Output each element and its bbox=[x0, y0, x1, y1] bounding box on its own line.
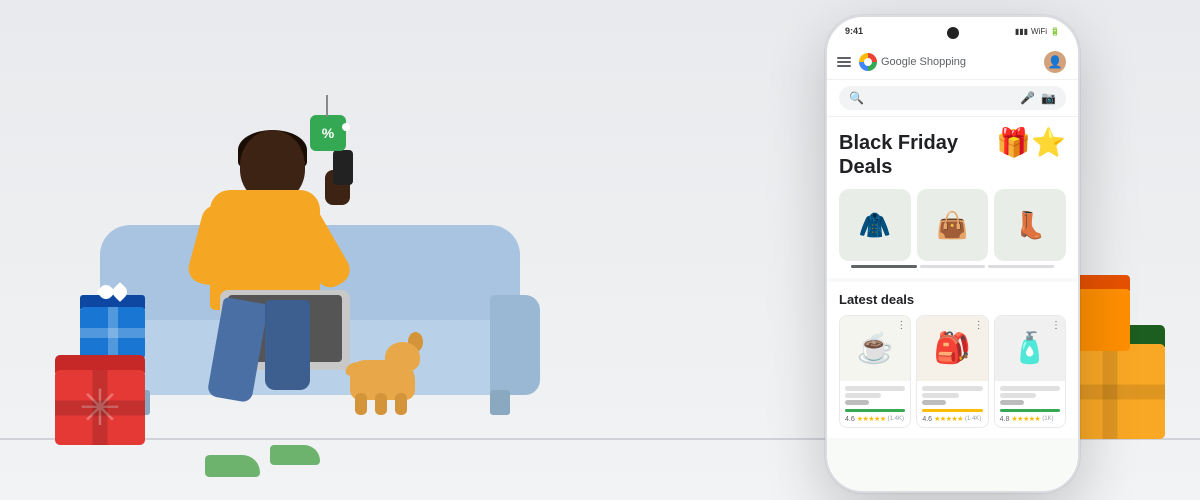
status-time: 9:41 bbox=[845, 26, 863, 36]
background-scene: % 9:41 bbox=[0, 0, 1200, 500]
deal-rating-bar bbox=[1000, 409, 1060, 412]
slide-dot bbox=[920, 265, 986, 268]
slide-indicator bbox=[839, 261, 1066, 268]
deal-options-icon[interactable]: ⋮ bbox=[1051, 320, 1061, 331]
deal-title-line bbox=[1000, 386, 1060, 391]
deal-price-line bbox=[845, 400, 869, 405]
bf-decoration: 🎁⭐ bbox=[996, 126, 1066, 159]
deal-image-2: 🎒 ⋮ bbox=[917, 316, 987, 381]
couch-arm-right bbox=[490, 295, 540, 395]
dog-head bbox=[385, 342, 420, 372]
price-tag-symbol: % bbox=[322, 125, 334, 141]
header-left: Google Shopping bbox=[837, 53, 966, 71]
person-leg-left bbox=[207, 297, 269, 403]
dog-illustration bbox=[340, 340, 430, 400]
deal-text-lines bbox=[845, 386, 905, 405]
deal-image-1: ☕ ⋮ bbox=[840, 316, 910, 381]
person-shoe-left bbox=[205, 455, 260, 477]
deal-subtitle-line bbox=[922, 393, 958, 398]
deals-grid: ☕ ⋮ 4.6 ★★★★★ bbox=[839, 315, 1066, 428]
phone-mockup: 9:41 ▮▮▮ WiFi 🔋 Google Shopping bbox=[825, 15, 1080, 493]
gift-body bbox=[55, 370, 145, 445]
rating-value: 4.6 bbox=[845, 416, 855, 423]
deal-card-3[interactable]: 🧴 ⋮ 4.8 ★★★★★ bbox=[994, 315, 1066, 428]
deal-rating: 4.6 ★★★★★ (1.4K) bbox=[845, 415, 905, 423]
deal-info-2: 4.6 ★★★★★ (1.4K) bbox=[917, 381, 987, 427]
rating-count: (1.4K) bbox=[965, 416, 981, 422]
voice-search-icon[interactable]: 🎤 bbox=[1020, 91, 1035, 105]
bf-product-boots[interactable]: 👢 bbox=[994, 189, 1066, 261]
deal-text-lines bbox=[1000, 386, 1060, 405]
deal-text-lines bbox=[922, 386, 982, 405]
latest-deals-section: Latest deals ☕ ⋮ bbox=[827, 282, 1078, 438]
search-field[interactable]: 🔍 🎤 📷 bbox=[839, 86, 1066, 110]
rating-value: 4.6 bbox=[922, 416, 932, 423]
blue-gift-box bbox=[80, 295, 145, 360]
phone-camera bbox=[947, 27, 959, 39]
bf-header: Black Friday Deals 🎁⭐ bbox=[839, 131, 1066, 179]
rating-stars: ★★★★★ bbox=[1011, 415, 1040, 423]
deal-options-icon[interactable]: ⋮ bbox=[896, 320, 906, 331]
app-header: Google Shopping bbox=[827, 45, 1078, 80]
google-g-icon bbox=[859, 53, 877, 71]
battery-icon: 🔋 bbox=[1050, 27, 1060, 36]
dog-leg bbox=[355, 393, 367, 415]
wifi-icon: WiFi bbox=[1031, 27, 1047, 36]
deal-image-3: 🧴 ⋮ bbox=[995, 316, 1065, 381]
rating-value: 4.8 bbox=[1000, 416, 1010, 423]
deal-info-1: 4.6 ★★★★★ (1.4K) bbox=[840, 381, 910, 427]
bf-product-jacket[interactable]: 🧥 bbox=[839, 189, 911, 261]
rating-stars: ★★★★★ bbox=[857, 415, 886, 423]
deal-title-line bbox=[845, 386, 905, 391]
deal-subtitle-line bbox=[845, 393, 881, 398]
deal-rating-bar bbox=[922, 409, 982, 412]
search-input[interactable] bbox=[870, 93, 1014, 103]
deal-subtitle-line bbox=[1000, 393, 1036, 398]
person-shoe-right bbox=[270, 445, 320, 465]
bf-product-grid: 🧥 👜 👢 bbox=[839, 189, 1066, 261]
deal-info-3: 4.8 ★★★★★ (1K) bbox=[995, 381, 1065, 427]
bow-right bbox=[110, 282, 130, 302]
person-leg-right bbox=[265, 300, 310, 390]
rating-count: (1.4K) bbox=[888, 416, 904, 422]
lens-search-icon[interactable]: 📷 bbox=[1041, 91, 1056, 105]
app-name: Google Shopping bbox=[881, 56, 966, 68]
signal-icon: ▮▮▮ bbox=[1015, 27, 1028, 36]
rating-stars: ★★★★★ bbox=[934, 415, 963, 423]
google-shopping-logo: Google Shopping bbox=[859, 53, 966, 71]
person-phone bbox=[333, 150, 353, 185]
search-icon: 🔍 bbox=[849, 91, 864, 105]
red-gift-box bbox=[55, 355, 145, 445]
avatar[interactable] bbox=[1044, 51, 1066, 73]
starburst-decoration bbox=[55, 370, 145, 445]
gift-body bbox=[80, 307, 145, 359]
deal-price-line bbox=[922, 400, 946, 405]
search-bar-container: 🔍 🎤 📷 bbox=[827, 80, 1078, 117]
deal-card-1[interactable]: ☕ ⋮ 4.6 ★★★★★ bbox=[839, 315, 911, 428]
slide-dot bbox=[988, 265, 1054, 268]
slide-dot-active bbox=[851, 265, 917, 268]
deal-rating: 4.8 ★★★★★ (1K) bbox=[1000, 415, 1060, 423]
dog-leg bbox=[395, 393, 407, 415]
phone-screen: 9:41 ▮▮▮ WiFi 🔋 Google Shopping bbox=[827, 17, 1078, 491]
deal-rating-bar bbox=[845, 409, 905, 412]
dog-leg bbox=[375, 393, 387, 415]
couch-leg bbox=[490, 390, 510, 415]
black-friday-title: Black Friday Deals bbox=[839, 131, 958, 179]
deal-rating: 4.6 ★★★★★ (1.4K) bbox=[922, 415, 982, 423]
deal-card-2[interactable]: 🎒 ⋮ 4.6 ★★★★★ bbox=[916, 315, 988, 428]
bf-product-bag[interactable]: 👜 bbox=[917, 189, 989, 261]
deal-price-line bbox=[1000, 400, 1024, 405]
deal-options-icon[interactable]: ⋮ bbox=[974, 320, 984, 331]
latest-deals-title: Latest deals bbox=[839, 292, 1066, 307]
deal-title-line bbox=[922, 386, 982, 391]
black-friday-section: Black Friday Deals 🎁⭐ 🧥 👜 👢 bbox=[827, 117, 1078, 278]
rating-count: (1K) bbox=[1042, 416, 1053, 422]
hamburger-menu-icon[interactable] bbox=[837, 57, 851, 67]
price-tag-icon: % bbox=[310, 115, 346, 151]
status-icons: ▮▮▮ WiFi 🔋 bbox=[1015, 27, 1060, 36]
